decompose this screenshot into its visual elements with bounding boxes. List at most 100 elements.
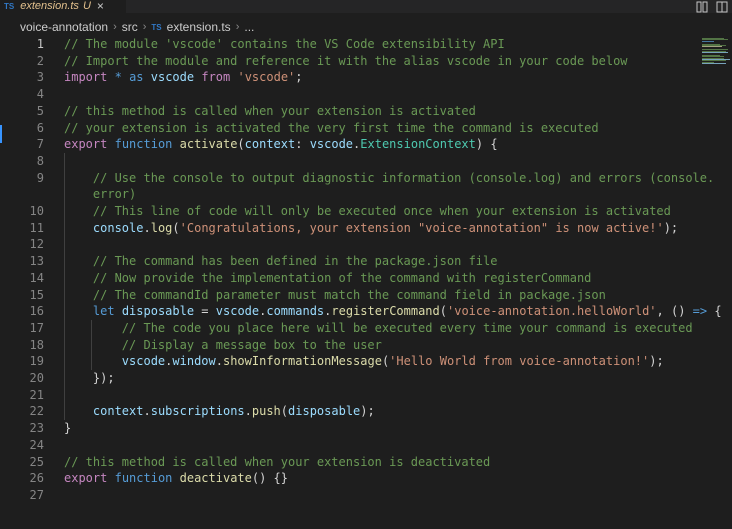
minimap-line (702, 46, 722, 48)
code-text: } (64, 421, 72, 436)
code-line[interactable]: 21 (0, 387, 700, 403)
code-text: }); (64, 371, 115, 385)
code-editor[interactable]: 1 // The module 'vscode' contains the VS … (0, 36, 722, 529)
code-text: // The commandId parameter must match th… (64, 287, 606, 302)
code-line[interactable]: 26 export function deactivate() {} (0, 470, 700, 486)
indent-guide (64, 152, 65, 421)
editor-actions (696, 0, 728, 13)
code-line[interactable]: 2 // Import the module and reference it w… (0, 53, 700, 69)
code-line[interactable]: 8 (0, 153, 700, 169)
breadcrumb-file[interactable]: extension.ts (167, 20, 231, 34)
close-icon[interactable]: × (97, 0, 104, 13)
code-line[interactable]: 18 // Display a message box to the user (0, 337, 700, 353)
line-number: 15 (29, 287, 44, 302)
line-number: 24 (29, 437, 44, 452)
code-text: // Import the module and reference it wi… (64, 53, 628, 68)
line-number: 2 (36, 53, 44, 68)
code-line[interactable]: 24 (0, 437, 700, 453)
code-line[interactable]: 6 // your extension is activated the very… (0, 120, 700, 136)
tab-filename: extension.ts (20, 0, 79, 12)
code-line[interactable]: 27 (0, 487, 700, 503)
line-number: 10 (29, 204, 44, 218)
code-line[interactable]: 5 // this method is called when your exte… (0, 103, 700, 119)
code-line[interactable]: 4 (0, 86, 700, 102)
code-text: export function activate(context: vscode… (64, 137, 498, 152)
code-text: // Use the console to output diagnostic … (64, 170, 715, 185)
compare-changes-icon[interactable] (696, 1, 708, 13)
line-number: 23 (29, 421, 44, 436)
code-line[interactable]: 17 // The code you place here will be ex… (0, 320, 700, 336)
chevron-right-icon: › (142, 21, 147, 33)
line-number: 27 (29, 487, 44, 502)
chevron-right-icon: › (113, 21, 117, 33)
code-line[interactable]: 16 let disposable = vscode.commands.regi… (0, 303, 722, 319)
code-text: context.subscriptions.push(disposable); (92, 404, 375, 419)
code-text: console.log('Congratulations, your exten… (92, 220, 679, 235)
code-line[interactable]: 22 context.subscriptions.push(disposable… (0, 403, 700, 419)
code-line[interactable]: 20 }); (0, 370, 700, 386)
line-number: 11 (29, 220, 44, 235)
indent-guide (91, 319, 92, 370)
code-line[interactable]: 23} (0, 420, 700, 436)
code-line[interactable]: 3 import * as vscode from 'vscode'; (0, 69, 700, 85)
minimap[interactable] (700, 36, 732, 66)
code-text: export function deactivate() {} (64, 471, 288, 486)
line-number: 18 (29, 337, 44, 352)
line-number: 5 (36, 103, 44, 118)
code-line[interactable]: 12 (0, 236, 700, 252)
code-line[interactable]: 15 // The commandId parameter must match… (0, 287, 700, 303)
typescript-icon: TS (151, 22, 162, 32)
line-number: 6 (36, 120, 44, 135)
line-number: 1 (36, 37, 44, 51)
line-number: 13 (29, 254, 44, 269)
breadcrumb-subfolder[interactable]: src (122, 20, 138, 34)
line-number: 21 (29, 387, 44, 402)
code-line[interactable]: 7 export function activate(context: vscod… (0, 136, 700, 152)
line-number: 9 (36, 170, 44, 185)
code-text: vscode.window.showInformationMessage('He… (121, 354, 664, 369)
code-line[interactable]: 11 console.log('Congratulations, your ex… (0, 220, 700, 236)
line-number: 14 (29, 270, 44, 285)
code-text: import * as vscode from 'vscode'; (64, 70, 303, 85)
code-line[interactable]: error) (0, 186, 700, 202)
line-number: 26 (29, 471, 44, 486)
line-number: 12 (29, 237, 44, 252)
code-text: // Now provide the implementation of the… (64, 270, 592, 285)
code-line[interactable]: 10 // This line of code will only be exe… (0, 203, 700, 219)
code-line[interactable]: 9 // Use the console to output diagnosti… (0, 170, 714, 186)
line-number: 22 (29, 404, 44, 419)
breadcrumb-more[interactable]: ... (244, 20, 254, 34)
minimap-line (702, 52, 728, 53)
tab-modified-flag: U (82, 0, 91, 12)
code-text: // your extension is activated the very … (64, 120, 599, 135)
line-highlight-marker (0, 125, 2, 143)
tab-bar: TS extension.ts U × (0, 0, 732, 13)
line-number: 7 (36, 137, 44, 152)
code-text: // The module 'vscode' contains the VS C… (64, 37, 505, 51)
line-number: 16 (29, 304, 44, 319)
line-number: 3 (36, 70, 44, 85)
code-text: // Display a message box to the user (64, 337, 382, 352)
code-text: // This line of code will only be execut… (64, 204, 671, 218)
code-text: error) (64, 187, 137, 202)
line-number: 4 (36, 87, 44, 102)
breadcrumb-folder[interactable]: voice-annotation (20, 20, 108, 34)
code-text: // The command has been defined in the p… (64, 254, 498, 269)
tab-extension-ts[interactable]: TS extension.ts U × (0, 0, 126, 13)
code-text: // this method is called when your exten… (64, 103, 476, 118)
code-line[interactable]: 1 // The module 'vscode' contains the VS … (0, 36, 700, 52)
line-number: 8 (36, 153, 44, 168)
code-line[interactable]: 19 vscode.window.showInformationMessage(… (0, 353, 700, 369)
chevron-right-icon: › (235, 21, 240, 33)
minimap-line (702, 40, 714, 42)
split-editor-icon[interactable] (716, 1, 728, 13)
code-text: let disposable = vscode.commands.registe… (92, 304, 722, 319)
line-number: 17 (29, 320, 44, 335)
code-line[interactable]: 14 // Now provide the implementation of … (0, 270, 700, 286)
code-text: // The code you place here will be execu… (64, 320, 693, 335)
code-line[interactable]: 13 // The command has been defined in th… (0, 253, 700, 269)
breadcrumb: voice-annotation › src › TS extension.ts… (0, 17, 732, 37)
code-line[interactable]: 25 // this method is called when your ext… (0, 454, 700, 470)
line-number: 19 (29, 354, 44, 369)
code-text: // this method is called when your exten… (64, 454, 491, 469)
